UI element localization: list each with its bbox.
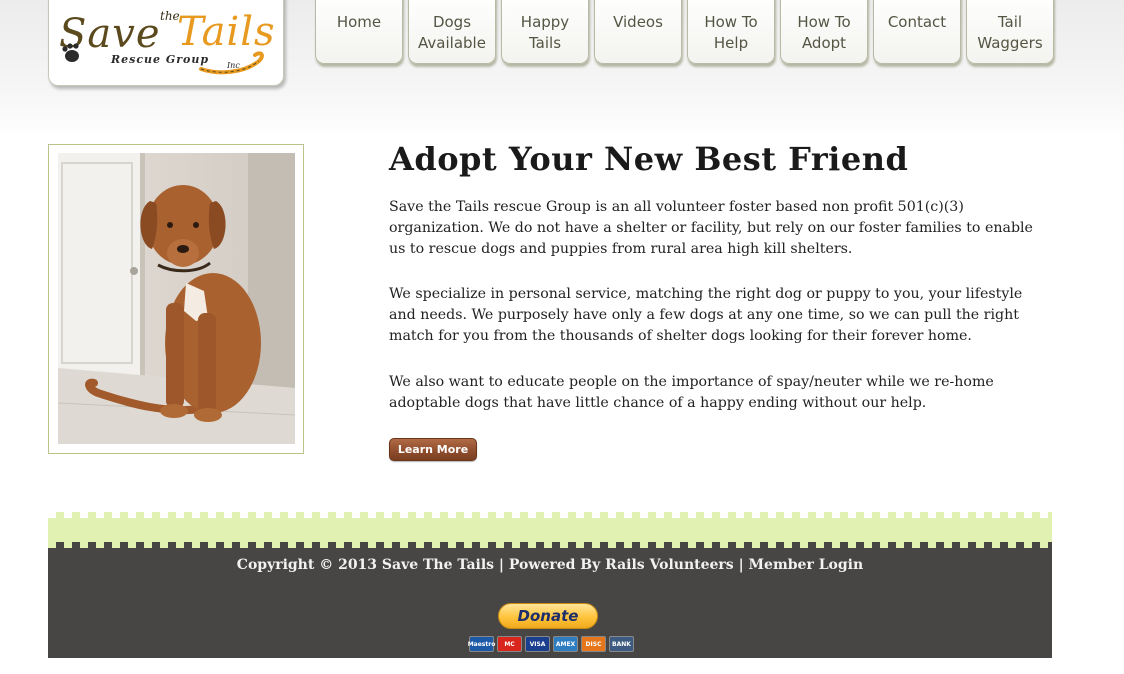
amex-card-icon: AMEX (553, 636, 578, 652)
donate-button[interactable]: Donate (498, 603, 598, 629)
nav-tab-contact[interactable]: Contact (873, 0, 961, 64)
nav-tab-label: How To Help (704, 13, 758, 52)
nav-tab-label: Contact (887, 13, 947, 31)
site-logo[interactable]: Save the Tails Rescue Group Inc (48, 0, 284, 86)
mastercard-icon: MC (497, 636, 522, 652)
service-paragraph: We specialize in personal service, match… (389, 286, 1023, 344)
member-login-link[interactable]: Member Login (749, 557, 864, 573)
logo-inc-text: Inc (227, 61, 240, 70)
footer: Copyright © 2013 Save The Tails | Powere… (48, 548, 1052, 658)
nav-tab-label: Videos (613, 13, 663, 31)
page-title: Adopt Your New Best Friend (389, 140, 909, 178)
footer-copyright-line: Copyright © 2013 Save The Tails | Powere… (48, 557, 1052, 573)
learn-more-button[interactable]: Learn More (389, 438, 477, 461)
dog-photo (58, 153, 295, 444)
nav-tab-label: Home (336, 13, 382, 31)
footer-stitch-top (48, 512, 1052, 518)
footer-separator: | (733, 557, 749, 573)
nav-tab-videos[interactable]: Videos (594, 0, 682, 64)
nav-tab-label: Dogs Available (418, 13, 486, 52)
nav-tab-tail-waggers[interactable]: Tail Waggers (966, 0, 1054, 64)
logo-rescue-group-text: Rescue Group (111, 53, 210, 66)
nav-tab-dogs-available[interactable]: Dogs Available (408, 0, 496, 64)
intro-paragraph: Save the Tails rescue Group is an all vo… (389, 199, 1033, 257)
bank-icon: BANK (609, 636, 634, 652)
nav-tab-label: How To Adopt (797, 13, 851, 52)
education-paragraph: We also want to educate people on the im… (389, 374, 994, 411)
maestro-card-icon: Maestro (468, 636, 495, 652)
dog-illustration (58, 153, 295, 444)
nav-tab-home[interactable]: Home (315, 0, 403, 64)
main-nav: Home Dogs Available Happy Tails Videos H… (315, 0, 1059, 64)
payment-cards: Maestro MC VISA AMEX DISC BANK (468, 636, 634, 652)
dog-photo-frame (48, 144, 304, 454)
nav-tab-how-to-help[interactable]: How To Help (687, 0, 775, 64)
discover-card-icon: DISC (581, 636, 606, 652)
paw-icon (62, 43, 79, 62)
nav-tab-label: Happy Tails (520, 13, 570, 52)
nav-tab-how-to-adopt[interactable]: How To Adopt (780, 0, 868, 64)
powered-by-link[interactable]: Powered By Rails Volunteers (509, 557, 734, 573)
visa-card-icon: VISA (525, 636, 550, 652)
footer-separator: | (494, 557, 509, 573)
nav-tab-label: Tail Waggers (977, 13, 1043, 52)
copyright-text: Copyright © 2013 Save The Tails (236, 557, 495, 573)
nav-tab-happy-tails[interactable]: Happy Tails (501, 0, 589, 64)
